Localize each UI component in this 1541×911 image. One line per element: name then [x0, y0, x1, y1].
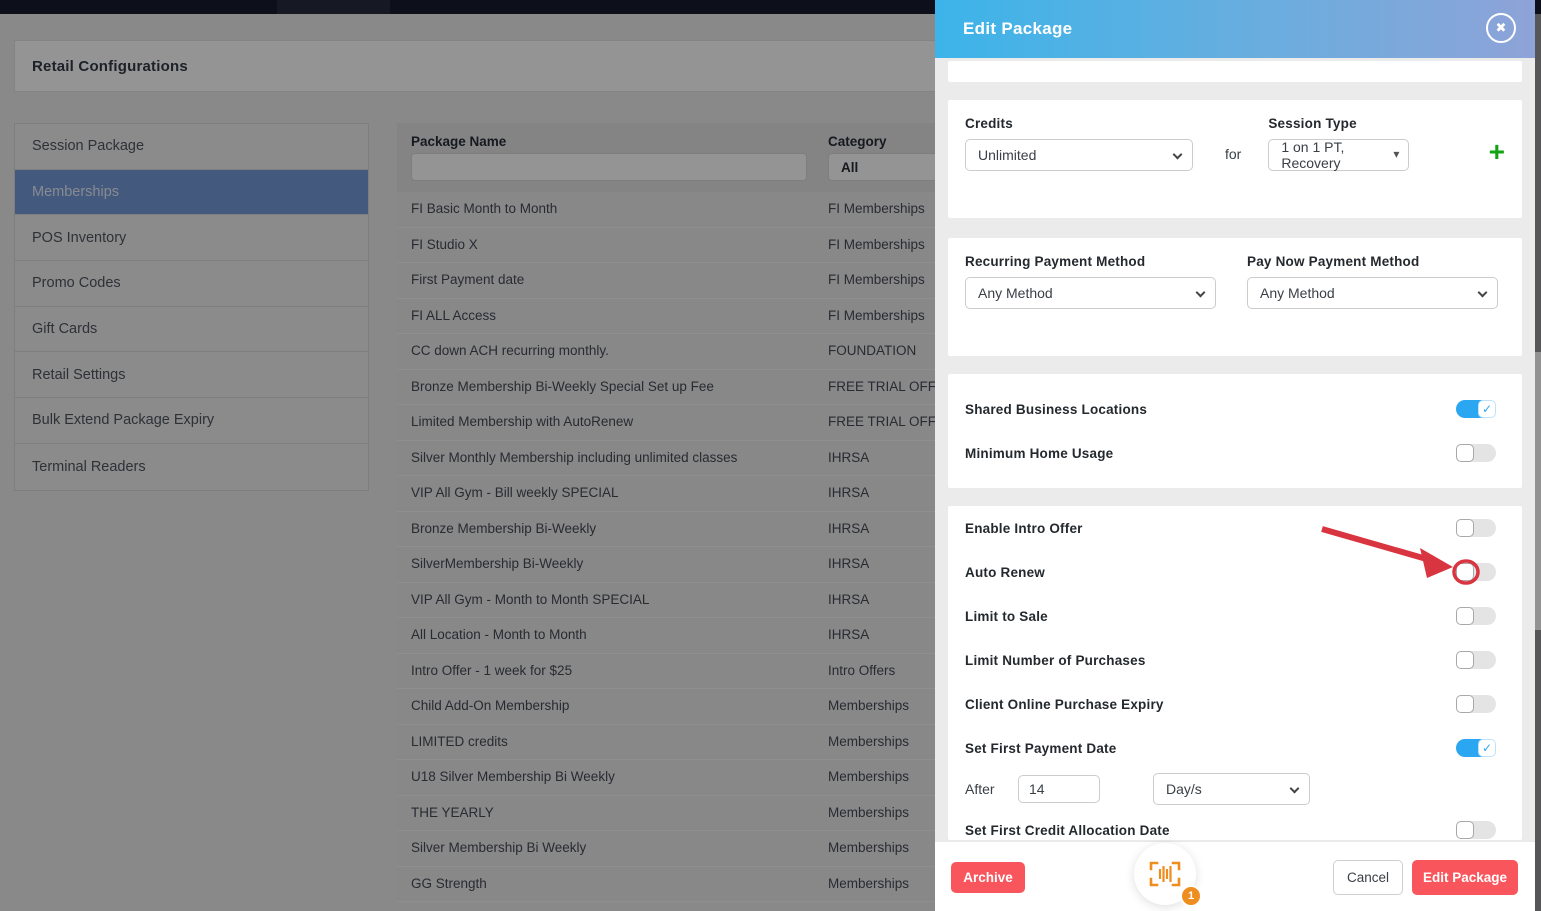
credits-section: Credits Unlimited for Session Type 1 on …	[948, 100, 1522, 218]
toggle-knob	[1456, 519, 1474, 537]
barcode-scan-button[interactable]: 1	[1134, 843, 1202, 907]
after-days-input[interactable]	[1018, 775, 1100, 803]
edit-package-modal: Edit Package ✖ Credits Unlimited for Ses…	[935, 0, 1535, 911]
toggle-knob	[1456, 651, 1474, 669]
toggle-label: Set First Credit Allocation Date	[965, 822, 1170, 838]
paynow-payment-select[interactable]: Any Method	[1247, 277, 1498, 309]
after-unit-select[interactable]: Day/s	[1153, 773, 1310, 805]
options-toggle-list: Enable Intro Offer Auto Renew Limit to S…	[965, 506, 1496, 770]
toggle-knob	[1478, 739, 1496, 757]
toggle-row: Client Online Purchase Expiry	[965, 682, 1496, 726]
payment-methods-section: Recurring Payment Method Any Method Pay …	[948, 238, 1522, 356]
toggle-row: Set First Payment Date	[965, 726, 1496, 770]
paynow-payment-value: Any Method	[1260, 285, 1335, 301]
toggle-label: Minimum Home Usage	[965, 445, 1114, 461]
credits-value: Unlimited	[978, 147, 1037, 163]
toggle-label: Auto Renew	[965, 564, 1046, 580]
modal-title: Edit Package	[963, 19, 1073, 38]
toggle-label: Shared Business Locations	[965, 401, 1148, 417]
notification-badge: 1	[1180, 885, 1202, 907]
toggle-knob	[1456, 821, 1474, 839]
toggle-switch[interactable]	[1456, 400, 1496, 418]
recurring-payment-value: Any Method	[978, 285, 1053, 301]
toggle-knob	[1456, 607, 1474, 625]
options-section: Enable Intro Offer Auto Renew Limit to S…	[948, 506, 1522, 840]
toggle-switch[interactable]	[1456, 607, 1496, 625]
toggle-knob	[1456, 444, 1474, 462]
toggle-switch[interactable]	[1456, 519, 1496, 537]
session-type-select[interactable]: 1 on 1 PT, Recovery ▾	[1268, 139, 1410, 171]
triangle-down-icon: ▾	[1393, 147, 1400, 161]
credits-label: Credits	[965, 116, 1013, 131]
after-label: After	[965, 781, 995, 797]
toggle-row: Limit to Sale	[965, 594, 1496, 638]
first-payment-after-row: After Day/s	[965, 770, 1496, 808]
toggle-switch[interactable]	[1456, 821, 1496, 839]
credits-select[interactable]: Unlimited	[965, 139, 1193, 171]
toggle-label: Limit Number of Purchases	[965, 652, 1146, 668]
session-type-value: 1 on 1 PT, Recovery	[1281, 139, 1345, 171]
toggle-switch[interactable]	[1456, 563, 1496, 581]
scrolled-section-partial	[948, 61, 1522, 82]
edit-package-button[interactable]: Edit Package	[1412, 860, 1518, 895]
add-credit-row-plus-icon[interactable]: +	[1489, 138, 1505, 166]
toggle-label: Client Online Purchase Expiry	[965, 696, 1164, 712]
toggle-row: Auto Renew	[965, 550, 1496, 594]
barcode-icon	[1149, 861, 1181, 887]
toggle-row: Shared Business Locations	[965, 387, 1496, 431]
cancel-button[interactable]: Cancel	[1333, 860, 1403, 895]
toggle-label: Limit to Sale	[965, 608, 1048, 624]
after-unit-value: Day/s	[1166, 781, 1202, 797]
modal-footer: Archive 1 Cancel Edit Package	[935, 841, 1535, 911]
chevron-down-icon	[1172, 149, 1183, 160]
session-type-label: Session Type	[1268, 116, 1357, 131]
toggle-switch[interactable]	[1456, 444, 1496, 462]
modal-header: Edit Package ✖	[935, 0, 1535, 58]
locations-section: Shared Business Locations Minimum Home U…	[948, 374, 1522, 488]
toggle-switch[interactable]	[1456, 651, 1496, 669]
chevron-down-icon	[1195, 287, 1206, 298]
toggle-knob	[1456, 563, 1474, 581]
paynow-payment-label: Pay Now Payment Method	[1247, 254, 1420, 269]
close-icon[interactable]: ✖	[1486, 13, 1516, 43]
recurring-payment-select[interactable]: Any Method	[965, 277, 1216, 309]
toggle-row: Minimum Home Usage	[965, 431, 1496, 475]
chevron-down-icon	[1477, 287, 1488, 298]
toggle-knob	[1456, 695, 1474, 713]
chevron-down-icon	[1289, 783, 1300, 794]
for-label: for	[1225, 146, 1242, 162]
archive-button[interactable]: Archive	[951, 862, 1025, 893]
toggle-switch[interactable]	[1456, 695, 1496, 713]
recurring-payment-label: Recurring Payment Method	[965, 254, 1146, 269]
toggle-label: Set First Payment Date	[965, 740, 1117, 756]
toggle-row: Enable Intro Offer	[965, 506, 1496, 550]
toggle-row: Limit Number of Purchases	[965, 638, 1496, 682]
toggle-switch[interactable]	[1456, 739, 1496, 757]
toggle-knob	[1478, 400, 1496, 418]
toggle-label: Enable Intro Offer	[965, 520, 1083, 536]
